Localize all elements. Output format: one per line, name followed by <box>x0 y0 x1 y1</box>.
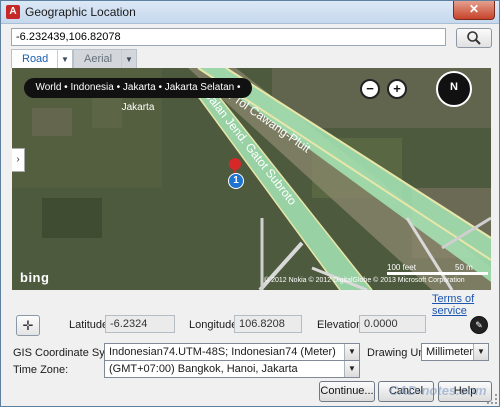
drop-marker-button[interactable]: ✛ <box>16 315 40 336</box>
longitude-label: Longitude: <box>189 319 241 331</box>
elevation-field[interactable] <box>359 315 426 333</box>
window-title: Geographic Location <box>25 5 136 19</box>
chevron-down-icon[interactable]: ▼ <box>344 344 359 360</box>
zoom-out-button[interactable]: − <box>360 79 380 99</box>
zoom-in-button[interactable]: + <box>387 79 407 99</box>
chevron-right-icon[interactable]: › <box>12 148 25 172</box>
chevron-down-icon[interactable]: ▼ <box>121 50 136 68</box>
gis-coordinate-system-value: Indonesian74.UTM-48S; Indonesian74 (Mete… <box>109 346 336 358</box>
drawing-unit-select[interactable]: Millimeters ▼ <box>421 343 489 361</box>
tab-aerial-label: Aerial <box>84 53 113 65</box>
title-bar: A Geographic Location ✕ <box>1 1 499 24</box>
autocad-app-icon: A <box>6 5 20 19</box>
terms-of-service-link[interactable]: Terms of service <box>432 293 499 317</box>
edit-location-button[interactable]: ✎ <box>470 316 488 334</box>
search-row <box>11 28 492 48</box>
coordinates-row: ✛ Latitude: Longitude: Elevation: ✎ <box>1 315 499 336</box>
crosshair-icon: ✛ <box>22 318 34 333</box>
gis-coordinate-system-select[interactable]: Indonesian74.UTM-48S; Indonesian74 (Mete… <box>104 343 360 361</box>
pin-marker-label[interactable]: 1 <box>228 173 244 189</box>
geographic-location-dialog: A Geographic Location ✕ Road ▼ Aerial ▼ <box>0 0 500 407</box>
compass-navigation-control[interactable]: N <box>436 71 472 107</box>
drawing-unit-value: Millimeters <box>426 346 479 358</box>
pencil-icon: ✎ <box>475 320 483 330</box>
chevron-down-icon[interactable]: ▼ <box>473 344 488 360</box>
search-button[interactable] <box>456 28 492 48</box>
map-type-tabs: Road ▼ Aerial ▼ <box>11 49 137 68</box>
bing-logo: bing <box>20 270 50 285</box>
chevron-down-icon[interactable]: ▼ <box>57 50 72 68</box>
tab-aerial[interactable]: Aerial ▼ <box>73 49 137 68</box>
search-icon <box>467 31 481 45</box>
resize-grip-icon[interactable] <box>487 394 497 404</box>
continue-button[interactable]: Continue... <box>319 381 375 402</box>
aerial-imagery: Jalan Tol Cawang-Pluit Jalan Jend. Gatot… <box>12 68 491 290</box>
chevron-down-icon[interactable]: ▼ <box>344 361 359 377</box>
tab-road-label: Road <box>22 53 49 65</box>
location-breadcrumb: World • Indonesia • Jakarta • Jakarta Se… <box>24 78 252 113</box>
scale-bar <box>387 272 488 275</box>
time-zone-value: (GMT+07:00) Bangkok, Hanoi, Jakarta <box>109 363 298 375</box>
location-search-input[interactable] <box>11 28 446 46</box>
compass-north-label: N <box>450 81 458 93</box>
scale-meters-label: 50 m <box>455 263 473 272</box>
time-zone-select[interactable]: (GMT+07:00) Bangkok, Hanoi, Jakarta ▼ <box>104 360 360 378</box>
map-copyright: © 2012 Nokia © 2012 DigitalGlobe © 2013 … <box>264 277 465 284</box>
scale-feet-label: 100 feet <box>387 263 416 272</box>
tab-road[interactable]: Road ▼ <box>11 49 73 68</box>
watermark: CAD-notes.com <box>389 383 487 398</box>
close-button[interactable]: ✕ <box>453 1 495 20</box>
longitude-field[interactable] <box>234 315 302 333</box>
time-zone-label: Time Zone: <box>13 364 69 376</box>
aerial-map-view[interactable]: Jalan Tol Cawang-Pluit Jalan Jend. Gatot… <box>12 68 491 290</box>
latitude-field[interactable] <box>105 315 175 333</box>
